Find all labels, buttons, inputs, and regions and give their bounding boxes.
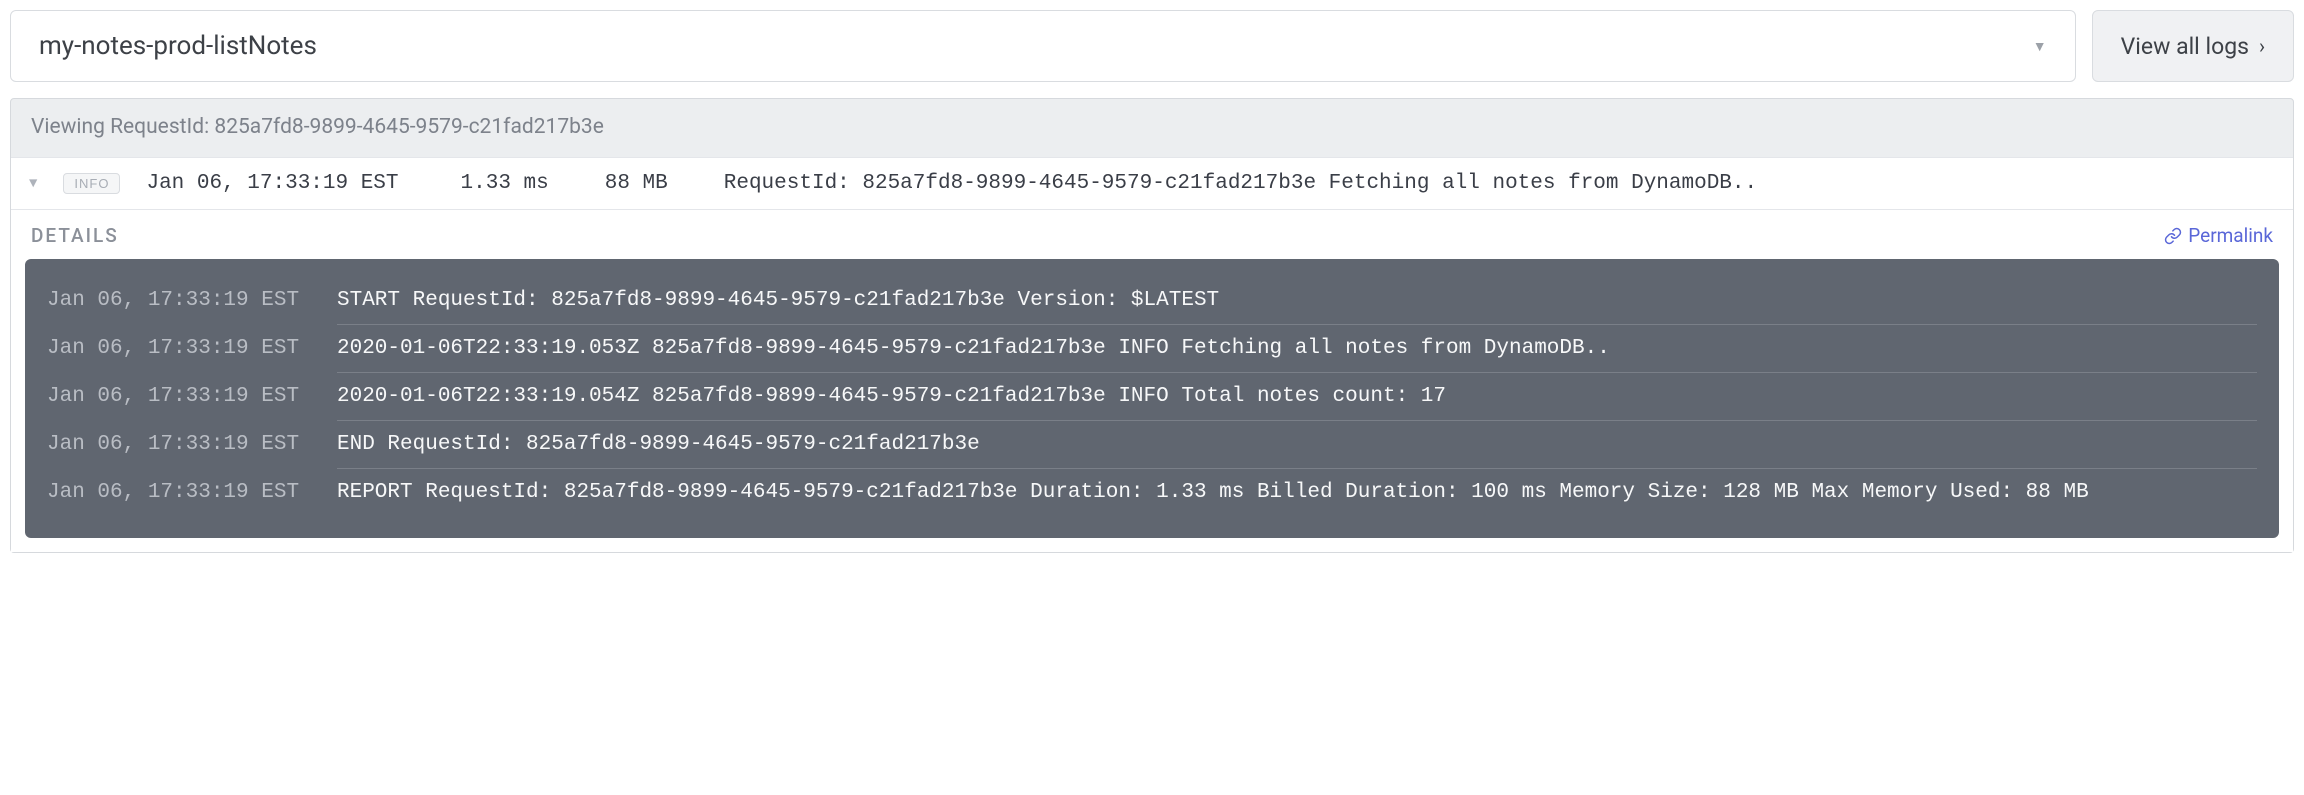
log-message: END RequestId: 825a7fd8-9899-4645-9579-c… xyxy=(337,433,2257,469)
link-icon xyxy=(2164,227,2182,245)
permalink-label: Permalink xyxy=(2188,224,2273,247)
log-block: Jan 06, 17:33:19 EST START RequestId: 82… xyxy=(25,259,2279,538)
log-line: Jan 06, 17:33:19 EST REPORT RequestId: 8… xyxy=(47,469,2257,516)
log-summary-row[interactable]: ▼ INFO Jan 06, 17:33:19 EST 1.33 ms 88 M… xyxy=(11,157,2293,210)
log-line: Jan 06, 17:33:19 EST 2020-01-06T22:33:19… xyxy=(47,373,2257,421)
log-timestamp: Jan 06, 17:33:19 EST xyxy=(47,481,307,504)
log-message: START RequestId: 825a7fd8-9899-4645-9579… xyxy=(337,289,2257,325)
log-message: 2020-01-06T22:33:19.053Z 825a7fd8-9899-4… xyxy=(337,337,2257,373)
log-line: Jan 06, 17:33:19 EST END RequestId: 825a… xyxy=(47,421,2257,469)
details-bar: DETAILS Permalink xyxy=(11,210,2293,253)
log-timestamp: Jan 06, 17:33:19 EST xyxy=(47,433,307,457)
summary-timestamp: Jan 06, 17:33:19 EST xyxy=(146,172,398,195)
log-line: Jan 06, 17:33:19 EST START RequestId: 82… xyxy=(47,277,2257,325)
log-timestamp: Jan 06, 17:33:19 EST xyxy=(47,289,307,313)
function-select-value: my-notes-prod-listNotes xyxy=(39,31,317,61)
level-badge: INFO xyxy=(63,173,120,194)
log-timestamp: Jan 06, 17:33:19 EST xyxy=(47,337,307,361)
summary-duration: 1.33 ms xyxy=(461,172,549,195)
permalink-link[interactable]: Permalink xyxy=(2164,224,2273,247)
log-panel: Viewing RequestId: 825a7fd8-9899-4645-95… xyxy=(10,98,2294,553)
panel-header: Viewing RequestId: 825a7fd8-9899-4645-95… xyxy=(11,99,2293,157)
log-message: 2020-01-06T22:33:19.054Z 825a7fd8-9899-4… xyxy=(337,385,2257,421)
log-timestamp: Jan 06, 17:33:19 EST xyxy=(47,385,307,409)
log-message: REPORT RequestId: 825a7fd8-9899-4645-957… xyxy=(337,481,2257,516)
details-label: DETAILS xyxy=(31,224,119,247)
panel-header-prefix: Viewing RequestId: xyxy=(31,115,214,139)
disclosure-triangle-icon[interactable]: ▼ xyxy=(29,176,37,192)
panel-header-request-id: 825a7fd8-9899-4645-9579-c21fad217b3e xyxy=(214,115,603,139)
chevron-right-icon: › xyxy=(2259,34,2265,58)
log-block-wrap: Jan 06, 17:33:19 EST START RequestId: 82… xyxy=(11,253,2293,552)
chevron-down-icon: ▼ xyxy=(2033,38,2047,55)
function-select-dropdown[interactable]: my-notes-prod-listNotes ▼ xyxy=(10,10,2076,82)
view-all-logs-button[interactable]: View all logs › xyxy=(2092,10,2294,82)
log-line: Jan 06, 17:33:19 EST 2020-01-06T22:33:19… xyxy=(47,325,2257,373)
summary-memory: 88 MB xyxy=(605,172,668,195)
view-all-logs-label: View all logs xyxy=(2121,33,2249,60)
summary-message: RequestId: 825a7fd8-9899-4645-9579-c21fa… xyxy=(724,172,1757,195)
